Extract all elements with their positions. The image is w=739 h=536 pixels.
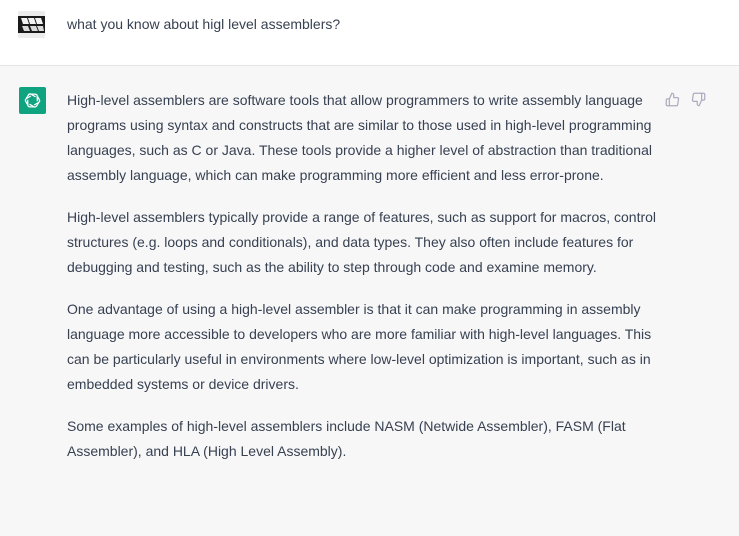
answer-paragraph: High-level assemblers are software tools…	[67, 92, 652, 183]
thumbs-up-icon[interactable]	[664, 91, 680, 107]
user-message-text: what you know about higl level assembler…	[67, 16, 341, 32]
user-avatar	[18, 11, 45, 38]
answer-paragraph: Some examples of high-level assemblers i…	[67, 418, 626, 459]
user-avatar-image	[18, 11, 45, 38]
thumbs-down-icon[interactable]	[690, 91, 706, 107]
answer-paragraph: One advantage of using a high-level asse…	[67, 301, 652, 392]
assistant-message-text: High-level assemblers are software tools…	[67, 88, 659, 481]
assistant-message-row: High-level assemblers are software tools…	[0, 67, 739, 536]
answer-paragraph: High-level assemblers typically provide …	[67, 209, 657, 275]
openai-logo-icon	[19, 87, 46, 114]
user-message-row: what you know about higl level assembler…	[0, 0, 739, 66]
